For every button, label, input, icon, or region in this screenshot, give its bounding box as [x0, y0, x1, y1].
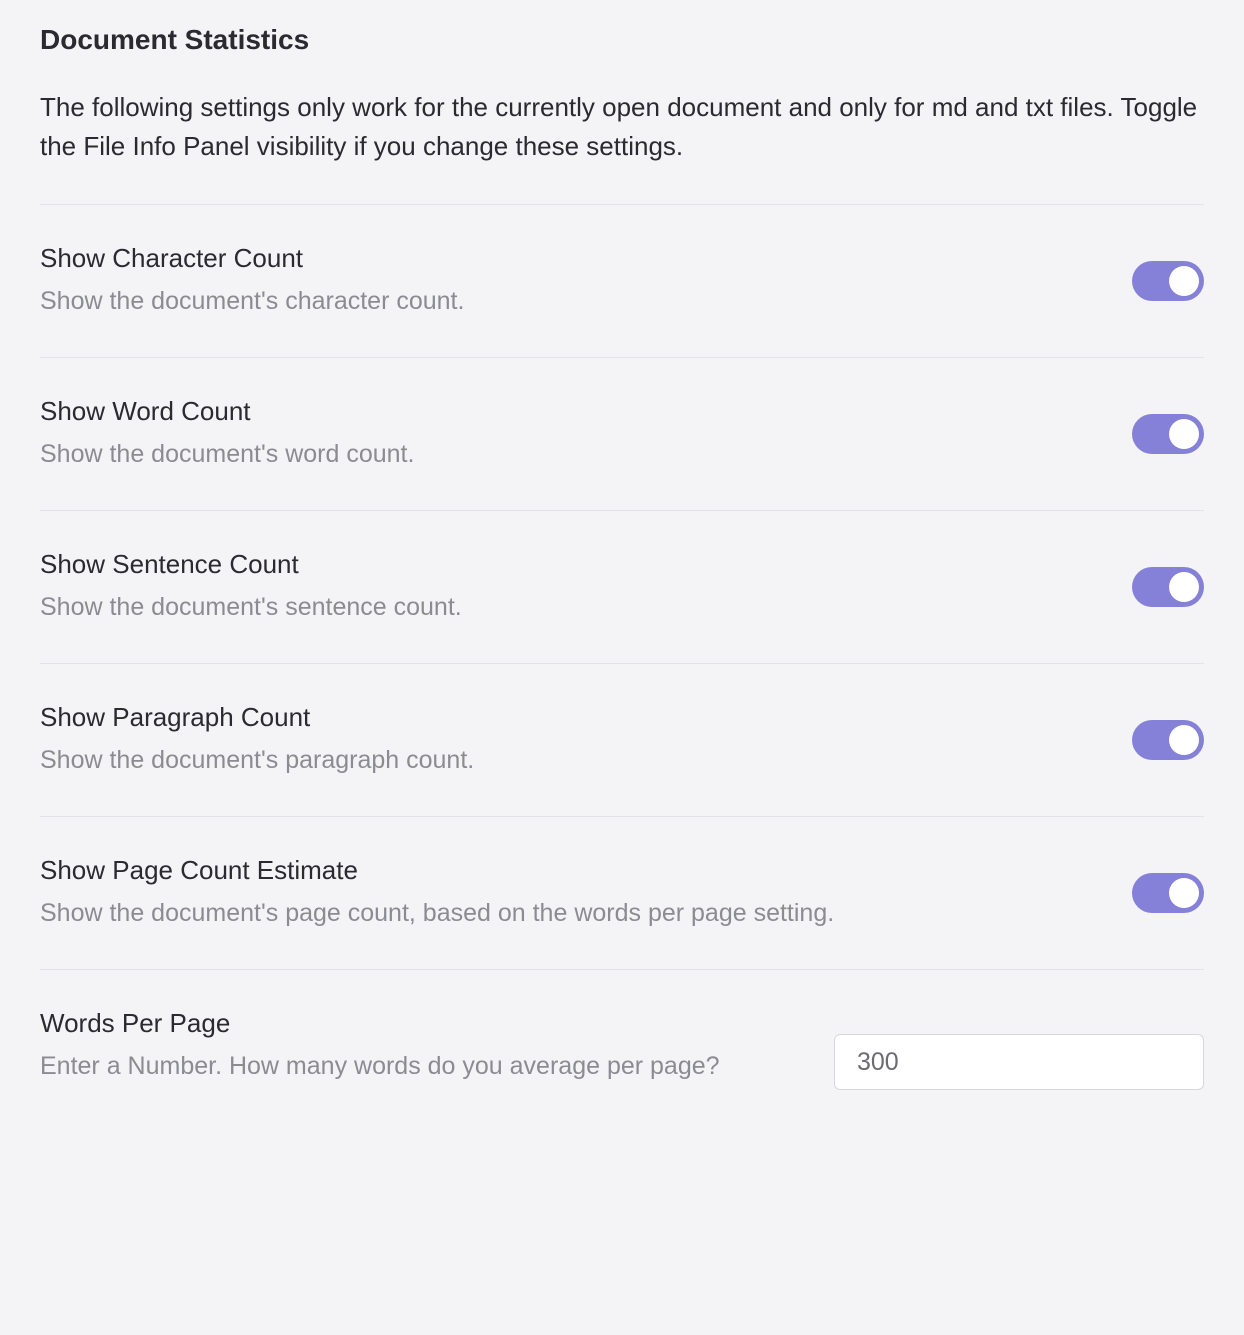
setting-title: Show Paragraph Count	[40, 702, 1102, 733]
setting-info: Show Word Count Show the document's word…	[40, 396, 1102, 472]
setting-desc: Enter a Number. How many words do you av…	[40, 1049, 804, 1084]
toggle-knob	[1169, 266, 1199, 296]
setting-desc: Show the document's character count.	[40, 284, 1102, 319]
setting-title: Show Character Count	[40, 243, 1102, 274]
setting-row-page-count: Show Page Count Estimate Show the docume…	[40, 816, 1204, 969]
toggle-word-count[interactable]	[1132, 414, 1204, 454]
setting-info: Show Sentence Count Show the document's …	[40, 549, 1102, 625]
setting-title: Show Sentence Count	[40, 549, 1102, 580]
toggle-knob	[1169, 878, 1199, 908]
setting-info: Show Character Count Show the document's…	[40, 243, 1102, 319]
toggle-knob	[1169, 572, 1199, 602]
toggle-character-count[interactable]	[1132, 261, 1204, 301]
settings-container: Document Statistics The following settin…	[0, 0, 1244, 1168]
toggle-paragraph-count[interactable]	[1132, 720, 1204, 760]
setting-info: Words Per Page Enter a Number. How many …	[40, 1008, 804, 1084]
words-per-page-input[interactable]	[834, 1034, 1204, 1090]
toggle-knob	[1169, 725, 1199, 755]
setting-info: Show Page Count Estimate Show the docume…	[40, 855, 1102, 931]
setting-row-sentence-count: Show Sentence Count Show the document's …	[40, 510, 1204, 663]
toggle-sentence-count[interactable]	[1132, 567, 1204, 607]
setting-desc: Show the document's page count, based on…	[40, 896, 1102, 931]
section-description: The following settings only work for the…	[40, 88, 1204, 166]
setting-row-paragraph-count: Show Paragraph Count Show the document's…	[40, 663, 1204, 816]
setting-title: Show Page Count Estimate	[40, 855, 1102, 886]
setting-info: Show Paragraph Count Show the document's…	[40, 702, 1102, 778]
setting-row-words-per-page: Words Per Page Enter a Number. How many …	[40, 969, 1204, 1128]
setting-title: Words Per Page	[40, 1008, 804, 1039]
setting-row-character-count: Show Character Count Show the document's…	[40, 204, 1204, 357]
setting-row-word-count: Show Word Count Show the document's word…	[40, 357, 1204, 510]
setting-desc: Show the document's word count.	[40, 437, 1102, 472]
toggle-knob	[1169, 419, 1199, 449]
section-title: Document Statistics	[40, 24, 1204, 56]
toggle-page-count[interactable]	[1132, 873, 1204, 913]
setting-title: Show Word Count	[40, 396, 1102, 427]
setting-desc: Show the document's sentence count.	[40, 590, 1102, 625]
setting-desc: Show the document's paragraph count.	[40, 743, 1102, 778]
